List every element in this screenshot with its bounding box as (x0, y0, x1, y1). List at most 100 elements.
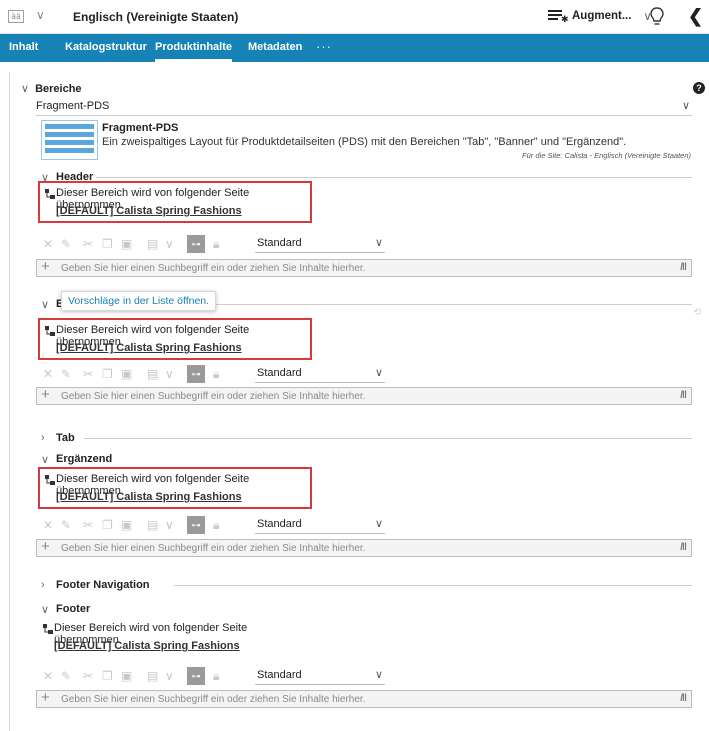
search-input[interactable]: + Geben Sie hier einen Suchbegriff ein o… (36, 538, 692, 557)
inherit-toggle-icon[interactable]: ⊶ (187, 365, 205, 383)
library-icon[interactable]: /ǁ (680, 262, 687, 273)
chevron-down-icon: ∨ (41, 603, 50, 616)
edit-icon[interactable]: ✎ (61, 669, 71, 683)
cut-icon[interactable]: ✂ (83, 367, 93, 381)
paste-special-icon[interactable]: ▤ (147, 237, 158, 251)
copy-icon[interactable]: ❐ (102, 518, 113, 532)
svg-text:✱: ✱ (561, 15, 568, 23)
layout-select-value: Fragment-PDS (36, 100, 110, 112)
style-select[interactable]: Standard ∨ (255, 365, 385, 383)
tab-metadaten[interactable]: Metadaten (248, 34, 302, 62)
section-header-bereiche[interactable]: ∨ Bereiche (21, 82, 82, 95)
chevron-down-icon: ∨ (374, 669, 383, 681)
region-footer-navigation-toggle[interactable]: › Footer Navigation (41, 578, 150, 592)
inherit-toggle-icon[interactable]: ⊶ (187, 667, 205, 685)
region-tab-toggle[interactable]: › Tab (41, 431, 75, 445)
chevron-down-icon[interactable]: ∨ (165, 518, 174, 532)
list-star-icon: ✱ (548, 10, 568, 23)
search-placeholder: Geben Sie hier einen Suchbegriff ein ode… (61, 391, 366, 402)
divider (84, 438, 692, 439)
inherited-notice: Dieser Bereich wird von folgender Seite … (38, 181, 312, 223)
close-icon[interactable]: ✕ (43, 367, 53, 381)
hierarchy-icon (45, 475, 55, 485)
close-icon[interactable]: ✕ (43, 669, 53, 683)
plus-icon[interactable]: + (41, 386, 50, 403)
paste-icon[interactable]: ▣ (121, 367, 132, 381)
tab-bar: Inhalt Katalogstruktur Produktinhalte Me… (0, 34, 709, 62)
paste-special-icon[interactable]: ▤ (147, 367, 158, 381)
chevron-down-icon: ∨ (41, 298, 50, 311)
edit-icon[interactable]: ✎ (61, 367, 71, 381)
region-toolbar: ✕ ✎ ✂ ❐ ▣ ▤ ∨ ⊶ 🔒︎ Standard ∨ (43, 365, 385, 383)
chevron-down-icon[interactable]: ∨ (165, 367, 174, 381)
tab-produktinhalte[interactable]: Produktinhalte (155, 34, 233, 62)
refresh-icon[interactable]: ⟲ (693, 307, 701, 318)
region-ergaenzend-toggle[interactable]: ∨ Ergänzend (41, 452, 112, 466)
plus-icon[interactable]: + (41, 258, 50, 275)
edit-icon[interactable]: ✎ (61, 518, 71, 532)
region-title: Footer (56, 603, 91, 615)
region-toolbar: ✕ ✎ ✂ ❐ ▣ ▤ ∨ ⊶ 🔒︎ Standard ∨ (43, 667, 385, 685)
chevron-down-icon: ∨ (374, 367, 383, 379)
plus-icon[interactable]: + (41, 689, 50, 706)
copy-icon[interactable]: ❐ (102, 367, 113, 381)
copy-icon[interactable]: ❐ (102, 237, 113, 251)
region-toolbar: ✕ ✎ ✂ ❐ ▣ ▤ ∨ ⊶ 🔒︎ Standard ∨ (43, 516, 385, 534)
paste-icon[interactable]: ▣ (121, 669, 132, 683)
chevron-down-icon[interactable]: ∨ (165, 669, 174, 683)
style-select[interactable]: Standard ∨ (255, 235, 385, 253)
lock-icon[interactable]: 🔒︎ (213, 367, 219, 382)
tab-inhalt[interactable]: Inhalt (9, 34, 38, 62)
paste-icon[interactable]: ▣ (121, 237, 132, 251)
cut-icon[interactable]: ✂ (83, 518, 93, 532)
inherited-page-link[interactable]: [DEFAULT] Calista Spring Fashions (56, 342, 242, 354)
augment-dropdown[interactable]: ✱ Augment... ∨ (548, 9, 652, 23)
layout-description: Ein zweispaltiges Layout für Produktdeta… (102, 136, 627, 148)
paste-icon[interactable]: ▣ (121, 518, 132, 532)
edit-icon[interactable]: ✎ (61, 237, 71, 251)
search-input[interactable]: + Geben Sie hier einen Suchbegriff ein o… (36, 689, 692, 708)
inherited-page-link[interactable]: [DEFAULT] Calista Spring Fashions (56, 205, 242, 217)
help-icon[interactable]: ? (693, 82, 705, 94)
search-input[interactable]: + Geben Sie hier einen Suchbegriff ein o… (36, 386, 692, 405)
inherit-toggle-icon[interactable]: ⊶ (187, 516, 205, 534)
divider (96, 177, 692, 178)
hierarchy-icon (43, 624, 53, 634)
region-footer-toggle[interactable]: ∨ Footer (41, 602, 90, 616)
library-icon[interactable]: /ǁ (680, 693, 687, 704)
language-icon[interactable]: àä (8, 10, 24, 23)
inherited-page-link[interactable]: [DEFAULT] Calista Spring Fashions (56, 491, 242, 503)
chevron-right-icon: › (41, 432, 45, 444)
search-placeholder: Geben Sie hier einen Suchbegriff ein ode… (61, 263, 366, 274)
search-input[interactable]: + Geben Sie hier einen Suchbegriff ein o… (36, 258, 692, 277)
copy-icon[interactable]: ❐ (102, 669, 113, 683)
paste-special-icon[interactable]: ▤ (147, 669, 158, 683)
cut-icon[interactable]: ✂ (83, 669, 93, 683)
layout-select[interactable]: Fragment-PDS ∨ (36, 98, 692, 116)
style-select-value: Standard (257, 518, 302, 530)
region-title: Ergänzend (56, 453, 113, 465)
close-icon[interactable]: ✕ (43, 518, 53, 532)
chevron-down-icon[interactable]: ∨ (165, 237, 174, 251)
close-icon[interactable]: ✕ (43, 237, 53, 251)
divider (174, 585, 692, 586)
lightbulb-icon[interactable] (650, 7, 664, 27)
plus-icon[interactable]: + (41, 538, 50, 555)
lock-icon[interactable]: 🔒︎ (213, 237, 219, 252)
tab-katalogstruktur[interactable]: Katalogstruktur (65, 34, 147, 62)
style-select[interactable]: Standard ∨ (255, 667, 385, 685)
collapse-panel-icon[interactable]: ❮ (688, 6, 703, 27)
paste-special-icon[interactable]: ▤ (147, 518, 158, 532)
chevron-down-icon[interactable]: ∨ (36, 8, 45, 22)
lock-icon[interactable]: 🔒︎ (213, 518, 219, 533)
inherit-toggle-icon[interactable]: ⊶ (187, 235, 205, 253)
more-tabs-icon[interactable]: ··· (316, 34, 332, 59)
inherited-page-link[interactable]: [DEFAULT] Calista Spring Fashions (54, 640, 240, 652)
style-select[interactable]: Standard ∨ (255, 516, 385, 534)
cut-icon[interactable]: ✂ (83, 237, 93, 251)
suggestions-tooltip: Vorschläge in der Liste öffnen. (61, 291, 217, 311)
library-icon[interactable]: /ǁ (680, 390, 687, 401)
chevron-down-icon: ∨ (41, 453, 50, 466)
lock-icon[interactable]: 🔒︎ (213, 669, 219, 684)
library-icon[interactable]: /ǁ (680, 542, 687, 553)
